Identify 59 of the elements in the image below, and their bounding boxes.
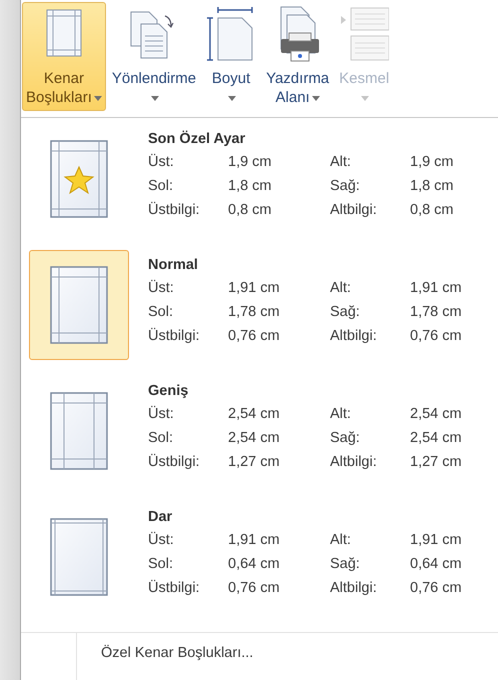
ribbon-button[interactable]: Yazdırma Alanı — [262, 2, 334, 111]
margin-label: Üst: — [148, 404, 175, 424]
ribbon-button[interactable]: Yönlendirme — [108, 2, 200, 111]
margin-value: 2,54 cm — [228, 429, 281, 448]
margin-value: 1,9 cm — [410, 153, 454, 172]
margin-label: Üst: — [148, 530, 175, 550]
margin-label: Altbilgi: — [330, 327, 378, 346]
margin-label: Üstbilgi: — [148, 578, 201, 598]
margin-value: 1,91 cm — [228, 531, 281, 550]
margin-label: Sol: — [148, 177, 174, 196]
margin-label: Altbilgi: — [330, 453, 378, 472]
margin-label: Sol: — [148, 429, 174, 448]
margin-label: Alt: — [330, 279, 352, 298]
margin-value: 2,54 cm — [410, 405, 462, 424]
margin-value: 1,91 cm — [410, 279, 462, 298]
margin-value: 1,27 cm — [410, 453, 462, 472]
breaks-icon — [339, 6, 390, 62]
margin-label: Üstbilgi: — [148, 452, 201, 472]
preset-title: Geniş — [148, 382, 190, 401]
margin-value: 2,54 cm — [410, 429, 462, 448]
margin-label: Üst: — [148, 278, 175, 298]
margin-value: 1,78 cm — [228, 303, 281, 322]
margin-label: Üstbilgi: — [148, 326, 201, 346]
ribbon-button[interactable]: Kenar Boşlukları — [22, 2, 106, 111]
margin-value: 1,27 cm — [228, 453, 281, 472]
margin-label: Alt: — [330, 531, 352, 550]
margin-value: 2,54 cm — [228, 405, 281, 424]
preset-title: Dar — [148, 508, 174, 527]
margin-value: 0,64 cm — [410, 555, 462, 574]
margin-label: Sol: — [148, 303, 174, 322]
margin-value: 0,8 cm — [228, 201, 273, 220]
margin-label: Sağ: — [330, 303, 361, 322]
margin-value: 0,64 cm — [228, 555, 281, 574]
margin-value: 0,8 cm — [410, 201, 454, 220]
margin-value: 0,76 cm — [228, 327, 281, 346]
margin-label: Üst: — [148, 152, 175, 172]
preset-title: Son Özel Ayar — [148, 130, 246, 149]
margin-value: 1,8 cm — [410, 177, 454, 196]
margin-value: 1,78 cm — [410, 303, 462, 322]
margin-label: Alt: — [330, 153, 352, 172]
margin-value: 0,76 cm — [410, 579, 462, 598]
margin-label: Alt: — [330, 405, 352, 424]
margin-value: 0,76 cm — [228, 579, 281, 598]
margin-value: 1,91 cm — [228, 279, 281, 298]
preset-title: Normal — [148, 256, 199, 275]
margin-label: Sol: — [148, 555, 174, 574]
margin-label: Altbilgi: — [330, 579, 378, 598]
margin-label: Üstbilgi: — [148, 200, 201, 220]
menu-item[interactable]: Özel Kenar Boşlukları... — [77, 633, 254, 680]
margin-label: Sağ: — [330, 429, 361, 448]
margin-value: 0,76 cm — [410, 327, 462, 346]
margin-label: Sağ: — [330, 555, 361, 574]
margin-value: 1,8 cm — [228, 177, 273, 196]
ribbon-button[interactable]: Boyut — [202, 2, 260, 111]
margin-value: 1,9 cm — [228, 153, 273, 172]
margin-preset-option[interactable] — [29, 250, 129, 360]
margin-label: Altbilgi: — [330, 201, 378, 220]
margin-label: Sağ: — [330, 177, 361, 196]
margin-value: 1,91 cm — [410, 531, 462, 550]
